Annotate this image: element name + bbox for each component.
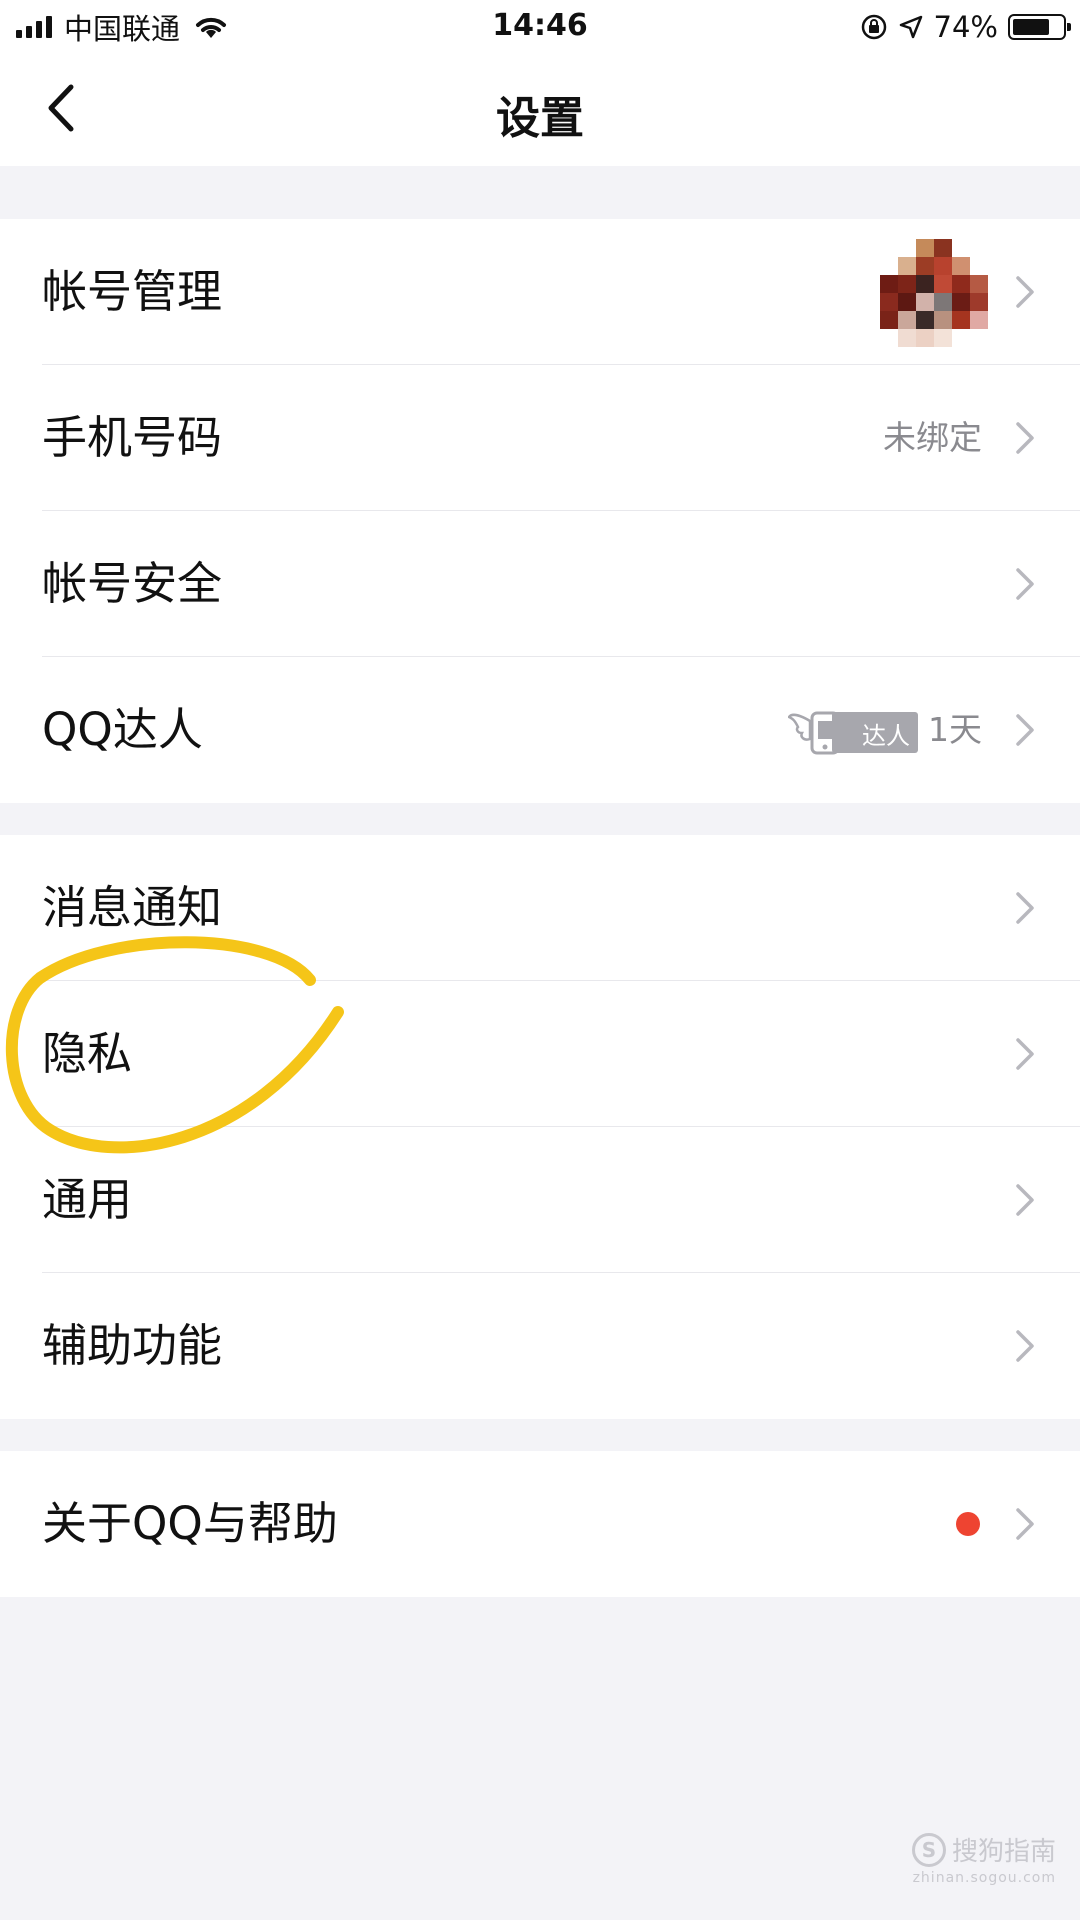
location-arrow-icon (899, 15, 922, 39)
expert-days-value: 1天 (928, 710, 982, 749)
row-label: QQ达人 (42, 703, 203, 756)
row-account-management[interactable]: 帐号管理 (0, 219, 1080, 365)
navigation-bar: 设置 (0, 54, 1080, 166)
row-label: 消息通知 (42, 881, 223, 934)
row-general[interactable]: 通用 (0, 1127, 1080, 1273)
chevron-right-icon (1016, 892, 1034, 924)
row-qq-expert[interactable]: QQ达人 达人 1天 (0, 657, 1080, 803)
chevron-right-icon (1016, 422, 1034, 454)
page-title: 设置 (496, 93, 584, 144)
watermark-subtext: zhinan.sogou.com (912, 1870, 1056, 1886)
account-settings-group: 帐号管理 手机号码 未绑定 帐号安全 QQ达人 达人 1天 (0, 219, 1080, 803)
chevron-right-icon (1016, 1184, 1034, 1216)
watermark: S 搜狗指南 zhinan.sogou.com (911, 1831, 1056, 1886)
status-right: 74% (860, 8, 1071, 46)
battery-fill (1013, 19, 1049, 35)
phone-status-value: 未绑定 (883, 418, 982, 457)
row-label: 帐号安全 (42, 557, 223, 610)
notification-dot (956, 1512, 980, 1536)
chevron-right-icon (1016, 568, 1034, 600)
row-accessibility[interactable]: 辅助功能 (0, 1273, 1080, 1419)
avatar[interactable] (880, 239, 988, 347)
chevron-right-icon (1016, 276, 1034, 308)
battery-cap (1067, 23, 1071, 31)
row-message-notifications[interactable]: 消息通知 (0, 835, 1080, 981)
expert-badge-label: 达人 (832, 711, 918, 753)
chevron-right-icon (1016, 1038, 1034, 1070)
watermark-text: 搜狗指南 (951, 1837, 1056, 1867)
general-settings-group: 消息通知 隐私 通用 辅助功能 (0, 835, 1080, 1419)
rotation-lock-icon (861, 14, 886, 40)
about-group: 关于QQ与帮助 (0, 1451, 1080, 1597)
chevron-right-icon (1016, 1508, 1034, 1540)
sogou-logo-icon: S (911, 1832, 946, 1867)
row-label: 手机号码 (42, 411, 223, 464)
row-account-security[interactable]: 帐号安全 (0, 511, 1080, 657)
chevron-right-icon (1016, 714, 1034, 746)
row-phone-number[interactable]: 手机号码 未绑定 (0, 365, 1080, 511)
status-bar: 中国联通 14:46 74% (0, 0, 1080, 54)
watermark-top: S 搜狗指南 (911, 1831, 1056, 1868)
row-label: 帐号管理 (42, 265, 223, 318)
row-label: 隐私 (42, 1027, 133, 1080)
row-about-qq-help[interactable]: 关于QQ与帮助 (0, 1451, 1080, 1597)
battery-percent: 74% (933, 10, 998, 44)
row-label: 辅助功能 (42, 1319, 223, 1372)
row-label: 关于QQ与帮助 (42, 1497, 338, 1550)
chevron-right-icon (1016, 1330, 1034, 1362)
row-privacy[interactable]: 隐私 (0, 981, 1080, 1127)
battery-icon (1008, 14, 1071, 40)
row-label: 通用 (42, 1173, 133, 1226)
expert-badge: 达人 (788, 707, 918, 757)
